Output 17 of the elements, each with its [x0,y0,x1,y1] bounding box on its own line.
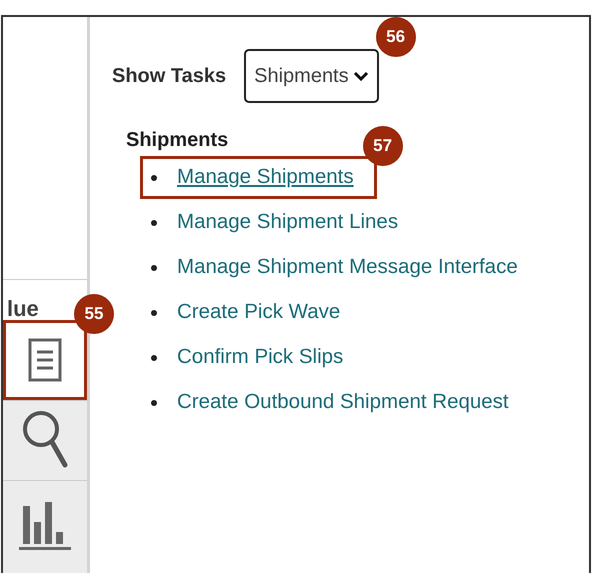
task-link[interactable]: Create Outbound Shipment Request [140,381,532,424]
task-link[interactable]: Confirm Pick Slips [140,336,366,379]
task-link[interactable]: Create Pick Wave [140,291,364,334]
tool-tab[interactable] [3,320,87,400]
section-heading: Shipments [126,129,228,151]
task-link[interactable]: Manage Shipment Lines [140,201,422,244]
bar-chart-icon [19,502,71,552]
document-icon [27,337,63,383]
callout-marker: 55 [74,294,114,334]
cut-off-label: lue [7,298,39,320]
callout-marker: 57 [362,126,403,166]
callout-marker: 56 [376,17,416,57]
chevron-down-icon [352,70,369,82]
task-link[interactable]: Manage Shipments [140,156,377,199]
task-filter-dropdown[interactable]: Shipments [244,49,379,103]
task-link[interactable]: Manage Shipment Message Interface [140,246,541,289]
show-tasks-label: Show Tasks [112,64,226,89]
